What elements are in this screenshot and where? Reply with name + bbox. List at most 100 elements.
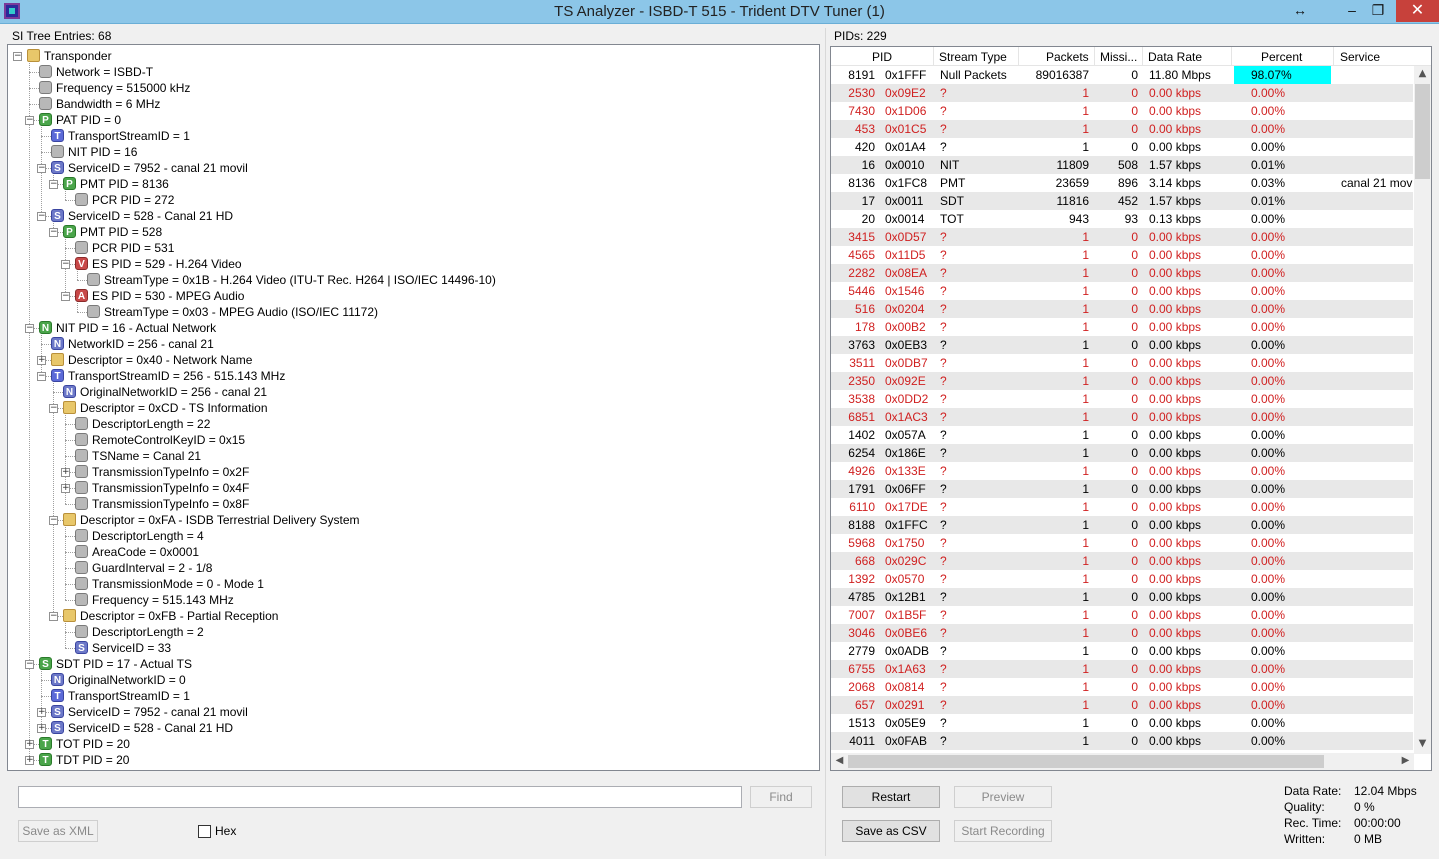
col-header-service[interactable]: Service (1340, 50, 1380, 64)
table-row[interactable]: 516 0x0204? 1 0 0.00 kbps 0.00% (831, 300, 1413, 318)
tree-node[interactable]: + Descriptor = 0x40 - Network Name (8, 352, 808, 368)
tree-node[interactable]: TransmissionMode = 0 - Mode 1 (8, 576, 808, 592)
tree-node[interactable]: − Descriptor = 0xFB - Partial Reception (8, 608, 808, 624)
table-row[interactable]: 20 0x0014 TOT 943 93 0.13 kbps 0.00% (831, 210, 1413, 228)
tree-node[interactable]: TSName = Canal 21 (8, 448, 808, 464)
panel-divider[interactable] (825, 28, 826, 856)
col-sep[interactable] (1142, 47, 1143, 66)
collapse-icon[interactable]: − (13, 52, 22, 61)
si-tree[interactable]: − Transponder Network = ISBD-T Frequency = … (7, 44, 820, 771)
collapse-icon[interactable]: − (49, 180, 58, 189)
table-row[interactable]: 5968 0x1750? 1 0 0.00 kbps 0.00% (831, 534, 1413, 552)
tree-node[interactable]: + TransmissionTypeInfo = 0x4F (8, 480, 808, 496)
tree-node[interactable]: RemoteControlKeyID = 0x15 (8, 432, 808, 448)
table-row[interactable]: 3763 0x0EB3? 1 0 0.00 kbps 0.00% (831, 336, 1413, 354)
table-row[interactable]: 2530 0x09E2? 1 0 0.00 kbps 0.00% (831, 84, 1413, 102)
tree-node[interactable]: − S ServiceID = 528 - Canal 21 HD (8, 208, 808, 224)
tree-node[interactable]: S ServiceID = 33 (8, 640, 808, 656)
table-row[interactable]: 4565 0x11D5? 1 0 0.00 kbps 0.00% (831, 246, 1413, 264)
hex-checkbox[interactable] (198, 825, 211, 838)
col-header-missing[interactable]: Missi... (1100, 50, 1137, 64)
table-row[interactable]: 6851 0x1AC3? 1 0 0.00 kbps 0.00% (831, 408, 1413, 426)
tree-node[interactable]: TransmissionTypeInfo = 0x8F (8, 496, 808, 512)
tree-node[interactable]: DescriptorLength = 4 (8, 528, 808, 544)
find-button[interactable]: Find (750, 786, 812, 808)
tree-node[interactable]: + TransmissionTypeInfo = 0x2F (8, 464, 808, 480)
table-row[interactable]: 4926 0x133E? 1 0 0.00 kbps 0.00% (831, 462, 1413, 480)
expand-icon[interactable]: + (37, 724, 46, 733)
collapse-icon[interactable]: − (49, 404, 58, 413)
table-row[interactable]: 8191 0x1FFF Null Packets 89016387 0 11.80 Mbp… (831, 66, 1413, 84)
resize-arrows-icon[interactable]: ↔ (1288, 0, 1312, 22)
table-row[interactable]: 1402 0x057A? 1 0 0.00 kbps 0.00% (831, 426, 1413, 444)
col-header-percent[interactable]: Percent (1261, 50, 1302, 64)
tree-node[interactable]: − Descriptor = 0xFA - ISDB Terrestrial De… (8, 512, 808, 528)
save-as-csv-button[interactable]: Save as CSV (842, 820, 940, 842)
table-row[interactable]: 178 0x00B2? 1 0 0.00 kbps 0.00% (831, 318, 1413, 336)
col-header-pid[interactable]: PID (872, 50, 892, 64)
collapse-icon[interactable]: − (49, 228, 58, 237)
table-row[interactable]: 8188 0x1FFC? 1 0 0.00 kbps 0.00% (831, 516, 1413, 534)
tree-node[interactable]: + T TOT PID = 20 (8, 736, 808, 752)
horizontal-scroll-thumb[interactable] (848, 755, 1324, 768)
collapse-icon[interactable]: − (37, 164, 46, 173)
collapse-icon[interactable]: − (61, 260, 70, 269)
preview-button[interactable]: Preview (954, 786, 1052, 808)
tree-node[interactable]: − S ServiceID = 7952 - canal 21 movil (8, 160, 808, 176)
tree-node[interactable]: NIT PID = 16 (8, 144, 808, 160)
tree-node[interactable]: StreamType = 0x03 - MPEG Audio (ISO/IEC … (8, 304, 808, 320)
tree-node[interactable]: + S ServiceID = 528 - Canal 21 HD (8, 720, 808, 736)
search-input[interactable] (18, 786, 742, 808)
expand-icon[interactable]: + (37, 708, 46, 717)
col-header-stream-type[interactable]: Stream Type (939, 50, 1007, 64)
save-as-xml-button[interactable]: Save as XML (18, 820, 98, 842)
tree-node[interactable]: N OriginalNetworkID = 256 - canal 21 (8, 384, 808, 400)
tree-node[interactable]: + T TDT PID = 20 (8, 752, 808, 768)
tree-node[interactable]: − Descriptor = 0xCD - TS Information (8, 400, 808, 416)
col-header-data-rate[interactable]: Data Rate (1148, 50, 1202, 64)
tree-node[interactable]: StreamType = 0x1B - H.264 Video (ITU-T R… (8, 272, 808, 288)
collapse-icon[interactable]: − (25, 324, 34, 333)
tree-node[interactable]: − Transponder (8, 48, 808, 64)
table-row[interactable]: 7430 0x1D06? 1 0 0.00 kbps 0.00% (831, 102, 1413, 120)
table-row[interactable]: 1513 0x05E9? 1 0 0.00 kbps 0.00% (831, 714, 1413, 732)
tree-node[interactable]: − S SDT PID = 17 - Actual TS (8, 656, 808, 672)
horizontal-scrollbar[interactable]: ◀ ▶ (831, 753, 1414, 770)
table-row[interactable]: 453 0x01C5? 1 0 0.00 kbps 0.00% (831, 120, 1413, 138)
tree-node[interactable]: T TransportStreamID = 1 (8, 688, 808, 704)
table-row[interactable]: 4785 0x12B1? 1 0 0.00 kbps 0.00% (831, 588, 1413, 606)
tree-node[interactable]: + S ServiceID = 7952 - canal 21 movil (8, 704, 808, 720)
collapse-icon[interactable]: − (37, 372, 46, 381)
col-sep[interactable] (1231, 47, 1232, 66)
expand-icon[interactable]: + (37, 356, 46, 365)
table-row[interactable]: 2350 0x092E? 1 0 0.00 kbps 0.00% (831, 372, 1413, 390)
table-row[interactable]: 1392 0x0570? 1 0 0.00 kbps 0.00% (831, 570, 1413, 588)
table-row[interactable]: 6755 0x1A63? 1 0 0.00 kbps 0.00% (831, 660, 1413, 678)
col-sep[interactable] (1094, 47, 1095, 66)
col-sep[interactable] (933, 47, 934, 66)
minimize-button[interactable]: – (1340, 0, 1364, 22)
table-row[interactable]: 2068 0x0814? 1 0 0.00 kbps 0.00% (831, 678, 1413, 696)
table-row[interactable]: 657 0x0291? 1 0 0.00 kbps 0.00% (831, 696, 1413, 714)
scroll-down-icon[interactable]: ▼ (1414, 738, 1431, 749)
tree-node[interactable]: − N NIT PID = 16 - Actual Network (8, 320, 808, 336)
tree-node[interactable]: PCR PID = 272 (8, 192, 808, 208)
table-row[interactable]: 3538 0x0DD2? 1 0 0.00 kbps 0.00% (831, 390, 1413, 408)
table-row[interactable]: 16 0x0010 NIT 11809 508 1.57 kbps 0.01% (831, 156, 1413, 174)
table-row[interactable]: 6110 0x17DE? 1 0 0.00 kbps 0.00% (831, 498, 1413, 516)
tree-node[interactable]: Network = ISBD-T (8, 64, 808, 80)
tree-node[interactable]: AreaCode = 0x0001 (8, 544, 808, 560)
table-row[interactable]: 2779 0x0ADB? 1 0 0.00 kbps 0.00% (831, 642, 1413, 660)
expand-icon[interactable]: + (61, 468, 70, 477)
tree-node[interactable]: − T TransportStreamID = 256 - 515.143 MHz (8, 368, 808, 384)
table-row[interactable]: 420 0x01A4? 1 0 0.00 kbps 0.00% (831, 138, 1413, 156)
vertical-scrollbar[interactable]: ▲ ▼ (1414, 66, 1431, 754)
pid-table[interactable]: PID Stream Type Packets Missi... Data Ra… (830, 46, 1432, 771)
expand-icon[interactable]: + (25, 756, 34, 765)
tree-node[interactable]: DescriptorLength = 2 (8, 624, 808, 640)
start-recording-button[interactable]: Start Recording (954, 820, 1052, 842)
table-row[interactable]: 3415 0x0D57? 1 0 0.00 kbps 0.00% (831, 228, 1413, 246)
tree-node[interactable]: − A ES PID = 530 - MPEG Audio (8, 288, 808, 304)
table-row[interactable]: 3046 0x0BE6? 1 0 0.00 kbps 0.00% (831, 624, 1413, 642)
table-row[interactable]: 7007 0x1B5F? 1 0 0.00 kbps 0.00% (831, 606, 1413, 624)
